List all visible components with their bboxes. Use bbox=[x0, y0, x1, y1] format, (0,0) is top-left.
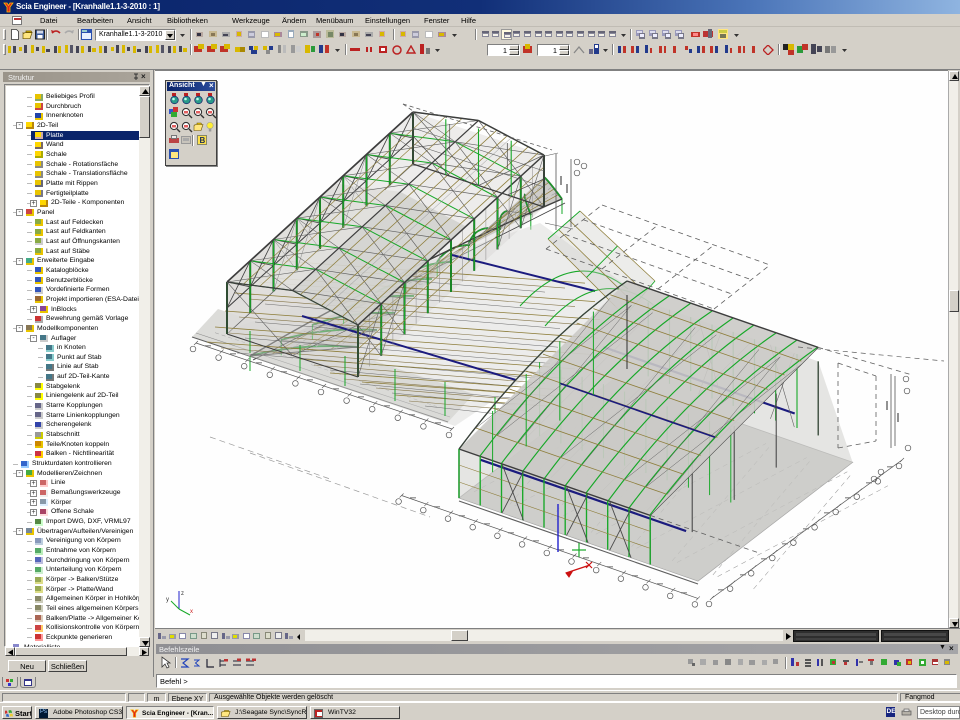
svg-text:z: z bbox=[181, 591, 184, 597]
svg-text:y: y bbox=[166, 597, 169, 603]
svg-text:x: x bbox=[190, 609, 193, 615]
